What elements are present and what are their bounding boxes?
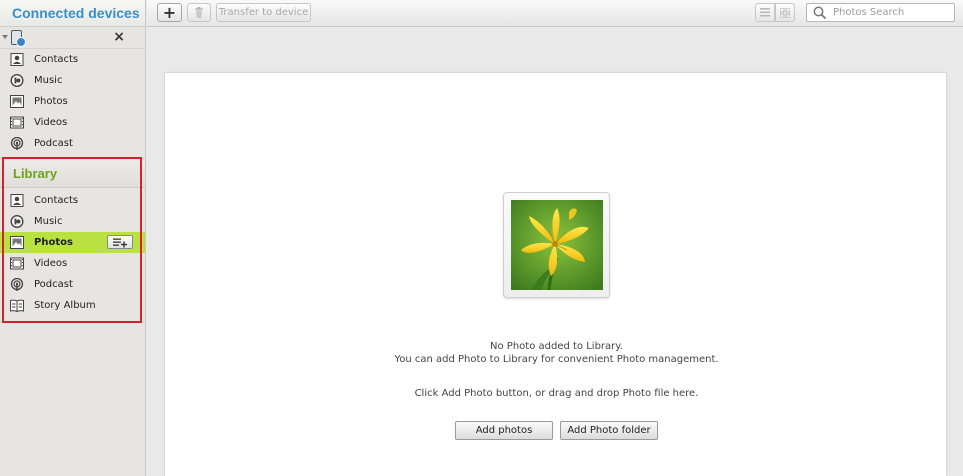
device-item-label: Podcast (34, 138, 73, 149)
device-item-label: Photos (34, 96, 68, 107)
add-photos-button[interactable]: Add photos (455, 421, 553, 440)
library-item-label: Music (34, 216, 63, 227)
add-to-list-icon (113, 238, 127, 247)
device-item-photos[interactable]: Photos (0, 91, 145, 112)
phone-icon (11, 30, 26, 47)
lily-flower-image (511, 200, 603, 290)
contacts-icon (10, 194, 24, 207)
library-item-videos[interactable]: Videos (0, 253, 145, 274)
library-item-label: Podcast (34, 279, 73, 290)
photo-library-panel[interactable]: No Photo added to Library. You can add P… (164, 72, 947, 476)
music-icon (10, 74, 24, 87)
trash-icon (195, 7, 203, 18)
add-to-playlist-button[interactable] (107, 235, 133, 249)
device-item-music[interactable]: Music (0, 70, 145, 91)
device-item-videos[interactable]: Videos (0, 112, 145, 133)
device-item-contacts[interactable]: Contacts (0, 49, 145, 70)
photos-icon (10, 95, 24, 108)
search-icon (813, 6, 827, 20)
toolbar: + Transfer to device (147, 0, 963, 27)
library-item-music[interactable]: Music (0, 211, 145, 232)
grid-view-icon (780, 7, 790, 18)
collapse-arrow-icon[interactable] (2, 35, 8, 39)
library-item-photos[interactable]: Photos (0, 232, 145, 253)
grid-view-button[interactable] (775, 3, 795, 22)
library-item-label: Story Album (34, 300, 96, 311)
delete-button[interactable] (187, 3, 211, 22)
add-photo-folder-button[interactable]: Add Photo folder (560, 421, 658, 440)
story-album-icon (10, 299, 24, 312)
device-item-label: Videos (34, 117, 68, 128)
add-button[interactable]: + (157, 3, 182, 22)
search-box[interactable] (806, 3, 955, 22)
device-item-label: Contacts (34, 54, 79, 65)
device-row[interactable]: × (0, 27, 145, 49)
empty-photo-placeholder (503, 192, 610, 298)
library-item-label: Videos (34, 258, 68, 269)
podcast-icon (10, 278, 24, 291)
library-item-contacts[interactable]: Contacts (0, 190, 145, 211)
list-view-button[interactable] (755, 3, 775, 22)
contacts-icon (10, 53, 24, 66)
podcast-icon (10, 137, 24, 150)
transfer-to-device-button[interactable]: Transfer to device (216, 3, 311, 22)
search-input[interactable] (833, 5, 951, 20)
music-icon (10, 215, 24, 228)
library-item-podcast[interactable]: Podcast (0, 274, 145, 295)
empty-message-subtitle: You can add Photo to Library for conveni… (394, 354, 719, 365)
connected-devices-title: Connected devices (0, 0, 145, 27)
library-item-label: Contacts (34, 195, 79, 206)
library-title: Library (0, 160, 145, 188)
device-item-label: Music (34, 75, 63, 86)
photos-icon (10, 236, 24, 249)
library-item-label: Photos (34, 237, 73, 248)
empty-message-title: No Photo added to Library. (490, 341, 623, 352)
videos-icon (10, 257, 24, 270)
device-item-podcast[interactable]: Podcast (0, 133, 145, 154)
list-view-icon (760, 8, 770, 17)
sidebar: Connected devices × Contacts Music Photo… (0, 0, 146, 476)
library-item-story-album[interactable]: Story Album (0, 295, 145, 316)
videos-icon (10, 116, 24, 129)
empty-message-hint: Click Add Photo button, or drag and drop… (414, 388, 699, 399)
close-icon[interactable]: × (113, 29, 125, 45)
